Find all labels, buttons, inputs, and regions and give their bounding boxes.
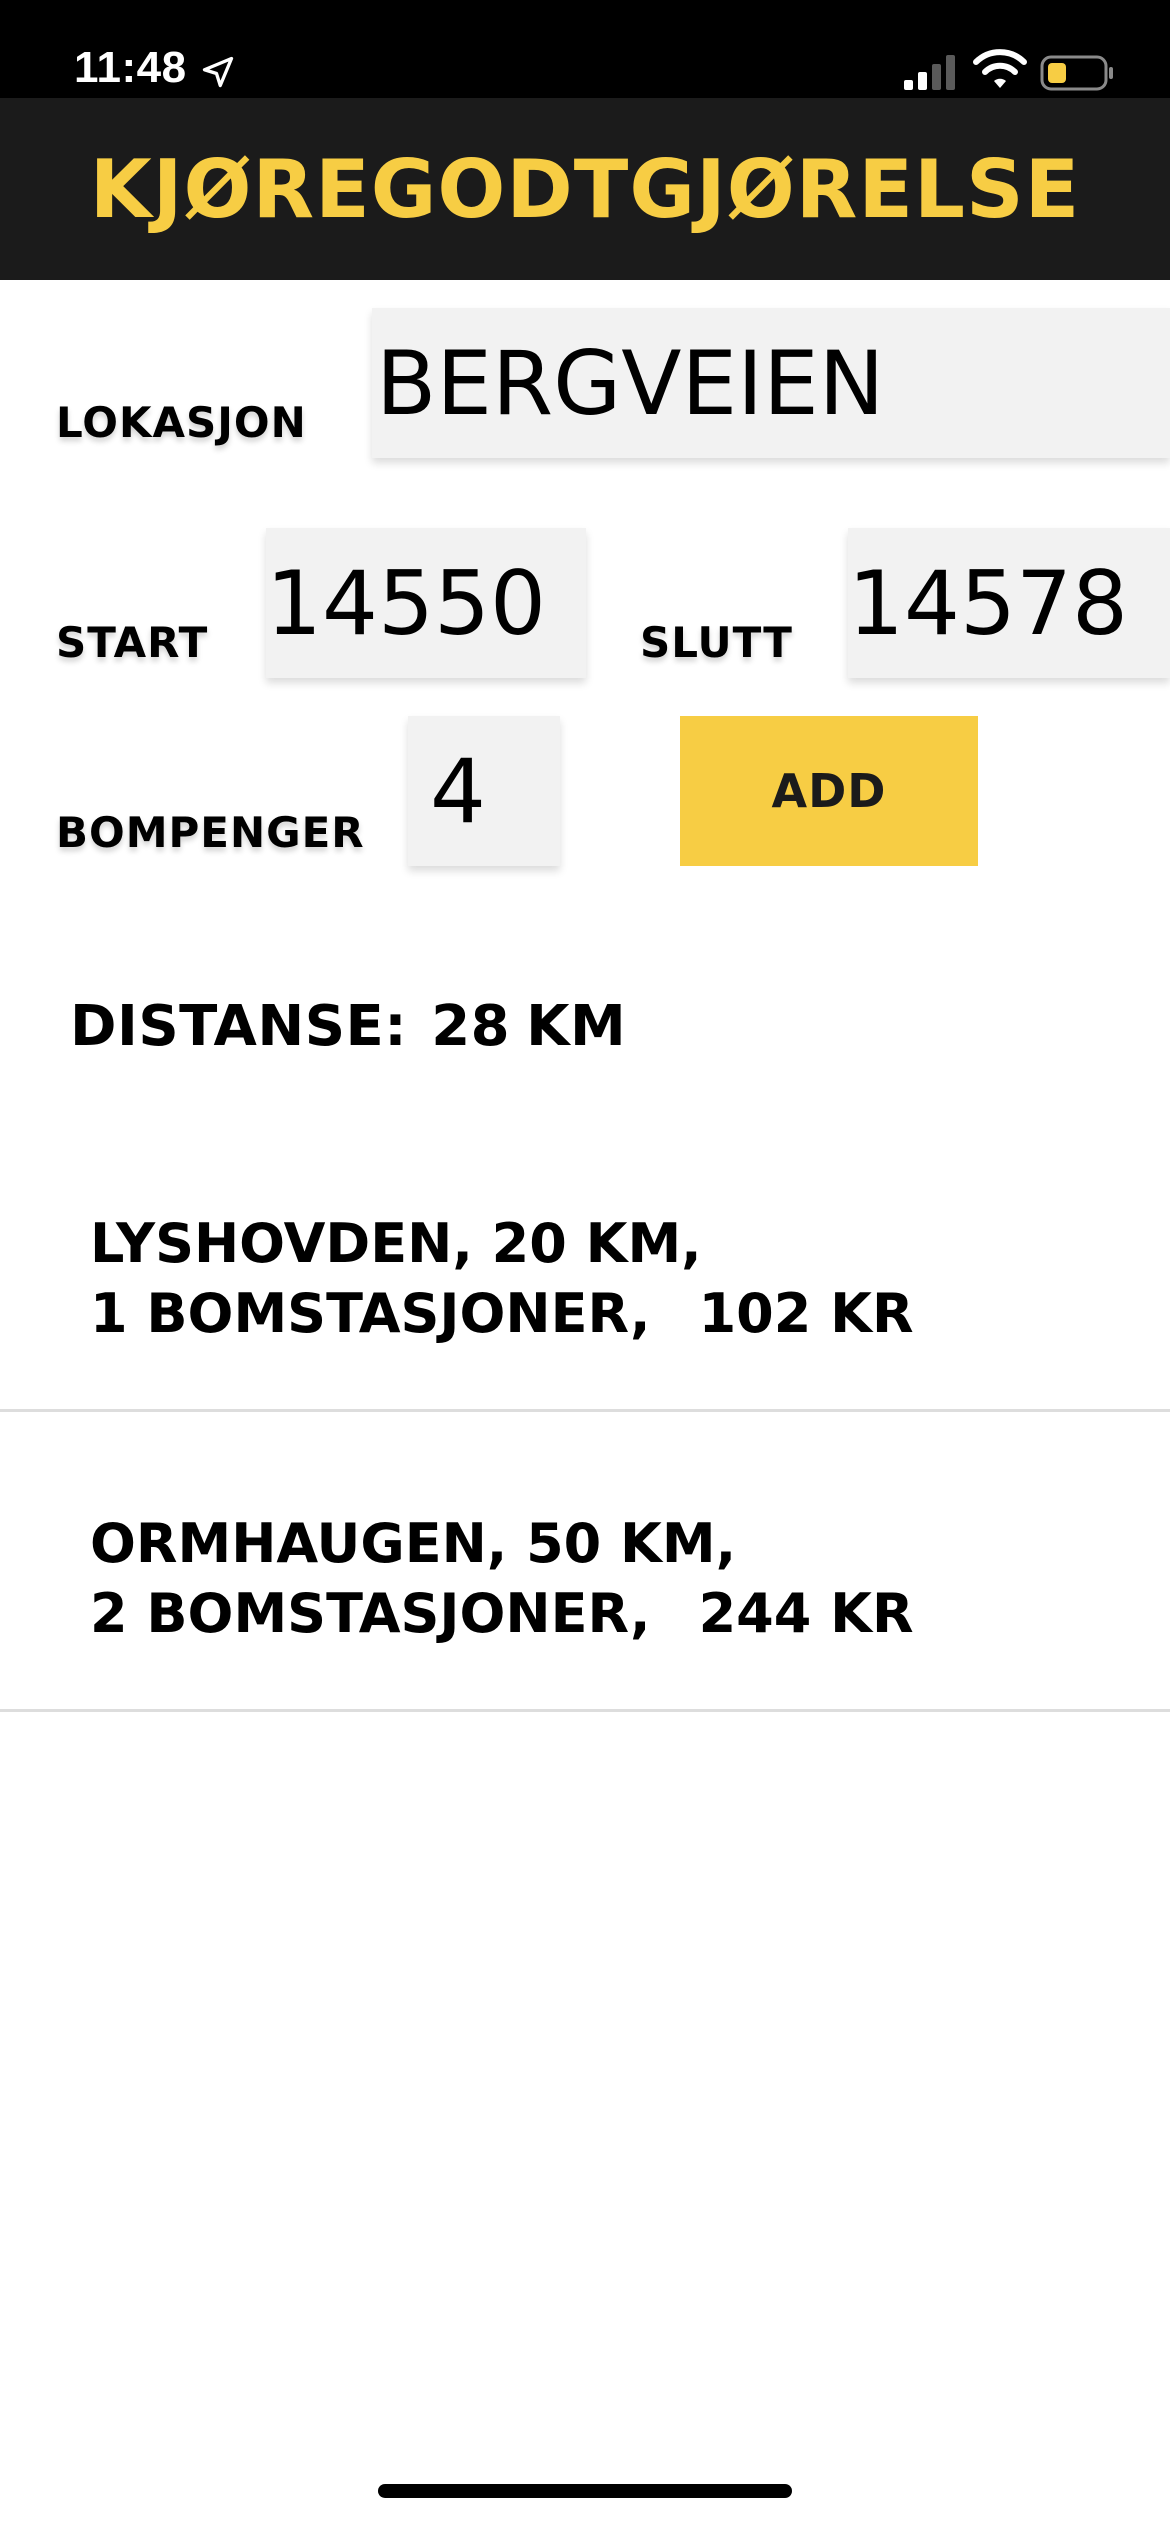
lokasjon-value: BERGVEIEN <box>376 331 885 435</box>
list-item[interactable]: LYSHOVDEN, 20 KM, 1 BOMSTASJONER, 102 KR <box>0 1112 1170 1412</box>
lokasjon-label: LOKASJON <box>56 398 307 447</box>
start-input[interactable]: 14550 <box>266 528 586 678</box>
cellular-signal-icon <box>904 55 955 90</box>
trip-toll-summary: 1 BOMSTASJONER, 102 KR <box>90 1282 914 1345</box>
status-bar: 11:48 <box>0 0 1170 98</box>
trip-location-distance: LYSHOVDEN, 20 KM, <box>90 1212 702 1275</box>
trip-stations: 1 BOMSTASJONER, <box>90 1282 651 1345</box>
trip-list: LYSHOVDEN, 20 KM, 1 BOMSTASJONER, 102 KR … <box>0 1112 1170 1712</box>
bompenger-value: 4 <box>430 739 486 843</box>
wifi-icon <box>973 49 1027 88</box>
distance-label: DISTANSE: <box>70 994 408 1059</box>
app-title: KJØREGODTGJØRELSE <box>89 142 1081 236</box>
slutt-value: 14578 <box>848 551 1128 655</box>
trip-cost: 244 KR <box>698 1582 914 1645</box>
status-time: 11:48 <box>74 43 187 92</box>
distance-unit: KM <box>526 994 627 1059</box>
slutt-label: SLUTT <box>640 618 793 667</box>
app-header: KJØREGODTGJØRELSE <box>0 98 1170 280</box>
start-value: 14550 <box>266 551 546 655</box>
home-indicator[interactable] <box>378 2484 792 2498</box>
location-arrow-icon <box>202 56 234 88</box>
start-label: START <box>56 618 209 667</box>
trip-toll-summary: 2 BOMSTASJONER, 244 KR <box>90 1582 914 1645</box>
distance-value: 28 <box>431 994 511 1059</box>
slutt-input[interactable]: 14578 <box>848 528 1170 678</box>
lokasjon-input[interactable]: BERGVEIEN <box>372 308 1170 458</box>
trip-location-distance: ORMHAUGEN, 50 KM, <box>90 1512 737 1575</box>
bompenger-label: BOMPENGER <box>56 808 365 857</box>
trip-stations: 2 BOMSTASJONER, <box>90 1582 651 1645</box>
bompenger-input[interactable]: 4 <box>408 716 560 866</box>
battery-icon <box>1040 55 1113 91</box>
list-item[interactable]: ORMHAUGEN, 50 KM, 2 BOMSTASJONER, 244 KR <box>0 1412 1170 1712</box>
trip-cost: 102 KR <box>698 1282 914 1345</box>
distance-summary: DISTANSE: 28 KM <box>70 994 626 1059</box>
add-button[interactable]: ADD <box>680 716 978 866</box>
